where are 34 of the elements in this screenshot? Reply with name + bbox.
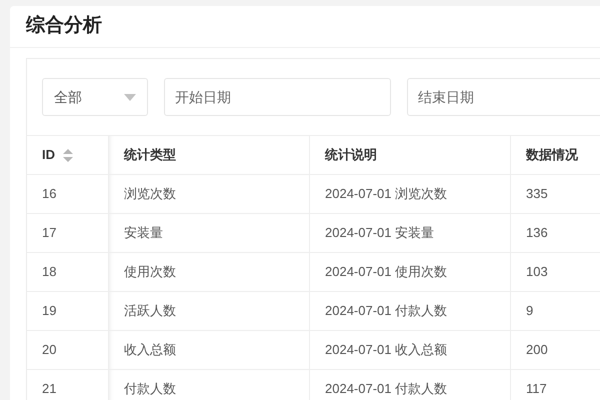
table-cell: 浏览次数 <box>109 175 310 213</box>
table-cell: 20 <box>27 331 109 369</box>
table-cell: 9 <box>511 292 600 330</box>
table-cell: 2024-07-01 付款人数 <box>310 370 511 400</box>
table-cell: 2024-07-01 浏览次数 <box>310 175 511 213</box>
end-date-field[interactable]: 结束日期 <box>407 78 600 116</box>
column-header: 统计类型 <box>109 136 310 174</box>
table-cell: 2024-07-01 安装量 <box>310 214 511 252</box>
sort-icon[interactable] <box>63 148 73 162</box>
table-cell: 活跃人数 <box>109 292 310 330</box>
caret-icon <box>124 94 136 100</box>
table-cell: 21 <box>27 370 109 400</box>
table-cell: 117 <box>511 370 600 400</box>
table-cell: 收入总额 <box>109 331 310 369</box>
table-cell: 2024-07-01 收入总额 <box>310 331 511 369</box>
table-cell: 16 <box>27 175 109 213</box>
table-cell: 335 <box>511 175 600 213</box>
table-cell: 安装量 <box>109 214 310 252</box>
table-cell: 付款人数 <box>109 370 310 400</box>
table-cell: 17 <box>27 214 109 252</box>
table-cell: 103 <box>511 253 600 291</box>
column-header: 数据情况 <box>511 136 600 174</box>
table-cell: 200 <box>511 331 600 369</box>
type-select[interactable]: 全部 <box>42 78 148 116</box>
table-cell: 2024-07-01 使用次数 <box>310 253 511 291</box>
table-cell: 19 <box>27 292 109 330</box>
start-date-field[interactable]: 开始日期 <box>164 78 391 116</box>
column-header: 统计说明 <box>310 136 511 174</box>
table-cell: 136 <box>511 214 600 252</box>
table-cell: 使用次数 <box>109 253 310 291</box>
column-header[interactable]: ID <box>27 136 109 174</box>
page-title: 综合分析 <box>26 14 102 38</box>
table-cell: 18 <box>27 253 109 291</box>
table-cell: 2024-07-01 付款人数 <box>310 292 511 330</box>
